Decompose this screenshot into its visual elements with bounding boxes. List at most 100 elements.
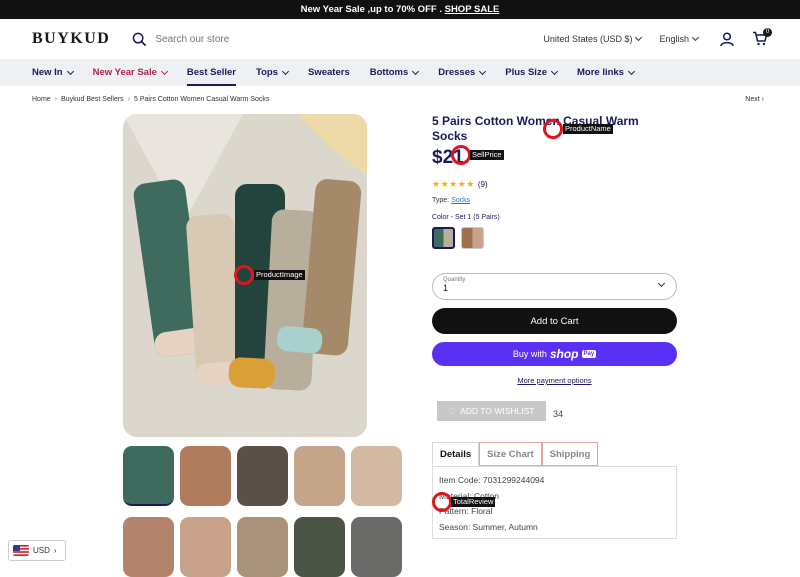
annotation-label: ProductName [563, 124, 613, 134]
nav-label: Best Seller [186, 67, 237, 78]
chevron-down-icon [66, 67, 74, 75]
nav-item-best-seller[interactable]: Best Seller [186, 59, 237, 86]
annotation-label: ProductImage [254, 270, 305, 280]
nav-label: Tops [256, 67, 279, 78]
chevron-right-icon: › [54, 96, 58, 103]
breadcrumb: Home › Buykud Best Sellers › 5 Pairs Cot… [32, 96, 269, 103]
search-icon[interactable] [132, 32, 147, 47]
product-type: Type: Socks [432, 197, 677, 204]
pay-logo: Pay [581, 350, 597, 358]
swatch-set-1[interactable] [432, 227, 455, 249]
shop-logo: shop [549, 347, 579, 361]
thumbnail-3[interactable] [237, 446, 288, 506]
type-label: Type: [432, 197, 450, 204]
wishlist-count: 34 [553, 409, 564, 419]
nav-label: New In [32, 67, 63, 78]
breadcrumb-collection[interactable]: Buykud Best Sellers [61, 96, 124, 103]
us-flag-icon [13, 545, 29, 556]
chevron-down-icon [479, 67, 487, 75]
add-to-cart-button[interactable]: Add to Cart [432, 308, 677, 334]
chevron-down-icon [550, 67, 559, 75]
chevron-right-icon: › [53, 546, 57, 555]
nav-item-dresses[interactable]: Dresses [438, 59, 487, 86]
nav-item-plus-size[interactable]: Plus Size [505, 59, 559, 86]
announcement-text: New Year Sale ,up to 70% OFF . [300, 4, 445, 15]
wishlist-label: ADD TO WISHLIST [460, 406, 535, 416]
nav-label: Bottoms [369, 67, 409, 78]
logo[interactable]: BUYKUD [32, 30, 110, 48]
chevron-down-icon [281, 67, 290, 75]
search-input[interactable] [155, 33, 306, 45]
tab-size-chart[interactable]: Size Chart [479, 442, 542, 466]
swatch-set-2[interactable] [461, 227, 484, 249]
site-header: BUYKUD United States (USD $) English 0 [0, 19, 800, 59]
detail-item-code: Item Code: 7031299244094 [439, 475, 545, 485]
announcement-bar: New Year Sale ,up to 70% OFF . SHOP SALE [0, 0, 800, 19]
more-payment-options-link[interactable]: More payment options [432, 376, 677, 385]
rating-stars-icon: ★★★★★ [432, 179, 475, 189]
add-to-wishlist-button[interactable]: ♡ ADD TO WISHLIST [437, 401, 546, 421]
chevron-down-icon [691, 33, 700, 42]
search-bar[interactable] [132, 32, 306, 47]
nav-label: New Year Sale [92, 67, 157, 78]
thumbnail-4[interactable] [294, 446, 345, 506]
heart-icon: ♡ [448, 405, 457, 416]
buy-with-label: Buy with [512, 349, 547, 359]
thumbnail-8[interactable] [237, 517, 288, 577]
cart-count-badge: 0 [763, 27, 772, 37]
nav-label: More links [576, 67, 624, 78]
thumbnail-2[interactable] [180, 446, 231, 506]
annotation-marker [432, 492, 452, 512]
next-product-link[interactable]: Next › [745, 96, 764, 103]
nav-item-sweaters[interactable]: Sweaters [308, 59, 350, 86]
thumbnail-5[interactable] [351, 446, 402, 506]
chevron-down-icon [160, 67, 168, 75]
main-nav: New In New Year Sale Best Seller Tops Sw… [0, 59, 800, 86]
thumbnail-7[interactable] [180, 517, 231, 577]
chevron-down-icon [627, 67, 636, 75]
tab-shipping[interactable]: Shipping [541, 442, 599, 466]
cart-button[interactable]: 0 [752, 27, 772, 48]
annotation-label: SellPrice [470, 150, 504, 160]
annotation-marker [451, 145, 471, 165]
shop-pay-button[interactable]: Buy with shop Pay [432, 342, 677, 366]
currency-widget[interactable]: USD › [8, 540, 66, 561]
annotation-marker [234, 265, 254, 285]
chevron-down-icon [635, 33, 643, 42]
thumbnail-9[interactable] [294, 517, 345, 577]
nav-item-more-links[interactable]: More links [576, 59, 636, 86]
nav-label: Dresses [438, 67, 476, 78]
nav-label: Sweaters [308, 67, 350, 78]
tab-details[interactable]: Details [432, 442, 480, 466]
thumbnail-10[interactable] [351, 517, 402, 577]
type-link[interactable]: Socks [451, 197, 470, 204]
currency-label: United States (USD $) [543, 34, 633, 44]
breadcrumb-current: 5 Pairs Cotton Women Casual Warm Socks [134, 96, 270, 103]
annotation-label: TotalReview [451, 497, 496, 507]
breadcrumb-home[interactable]: Home [32, 96, 51, 103]
detail-season: Season: Summer, Autumn [439, 521, 538, 532]
thumbnail-1[interactable] [123, 446, 174, 506]
shop-sale-link[interactable]: SHOP SALE [445, 4, 500, 15]
language-selector[interactable]: English [659, 33, 700, 44]
chevron-down-icon [412, 67, 420, 75]
currency-widget-label: USD [33, 546, 50, 555]
nav-item-bottoms[interactable]: Bottoms [369, 59, 420, 86]
nav-item-new-year-sale[interactable]: New Year Sale [92, 59, 168, 86]
color-label: Color - Set 1 (5 Pairs) [432, 214, 500, 221]
account-icon[interactable] [720, 31, 734, 47]
chevron-right-icon: › [761, 96, 764, 103]
header-actions: United States (USD $) English 0 [543, 19, 772, 59]
nav-item-new-in[interactable]: New In [32, 59, 74, 86]
thumbnail-6[interactable] [123, 517, 174, 577]
currency-selector[interactable]: United States (USD $) [543, 33, 643, 44]
color-swatches [432, 227, 677, 249]
review-count: (9) [477, 180, 488, 189]
nav-label: Plus Size [505, 67, 547, 78]
language-label: English [659, 34, 689, 44]
product-tabs: Details Size Chart Shipping [432, 442, 599, 466]
nav-item-tops[interactable]: Tops [256, 59, 290, 86]
product-rating[interactable]: ★★★★★ (9) [432, 179, 677, 190]
annotation-marker [543, 119, 563, 139]
quantity-selector[interactable]: Quantity 1 [432, 273, 677, 300]
